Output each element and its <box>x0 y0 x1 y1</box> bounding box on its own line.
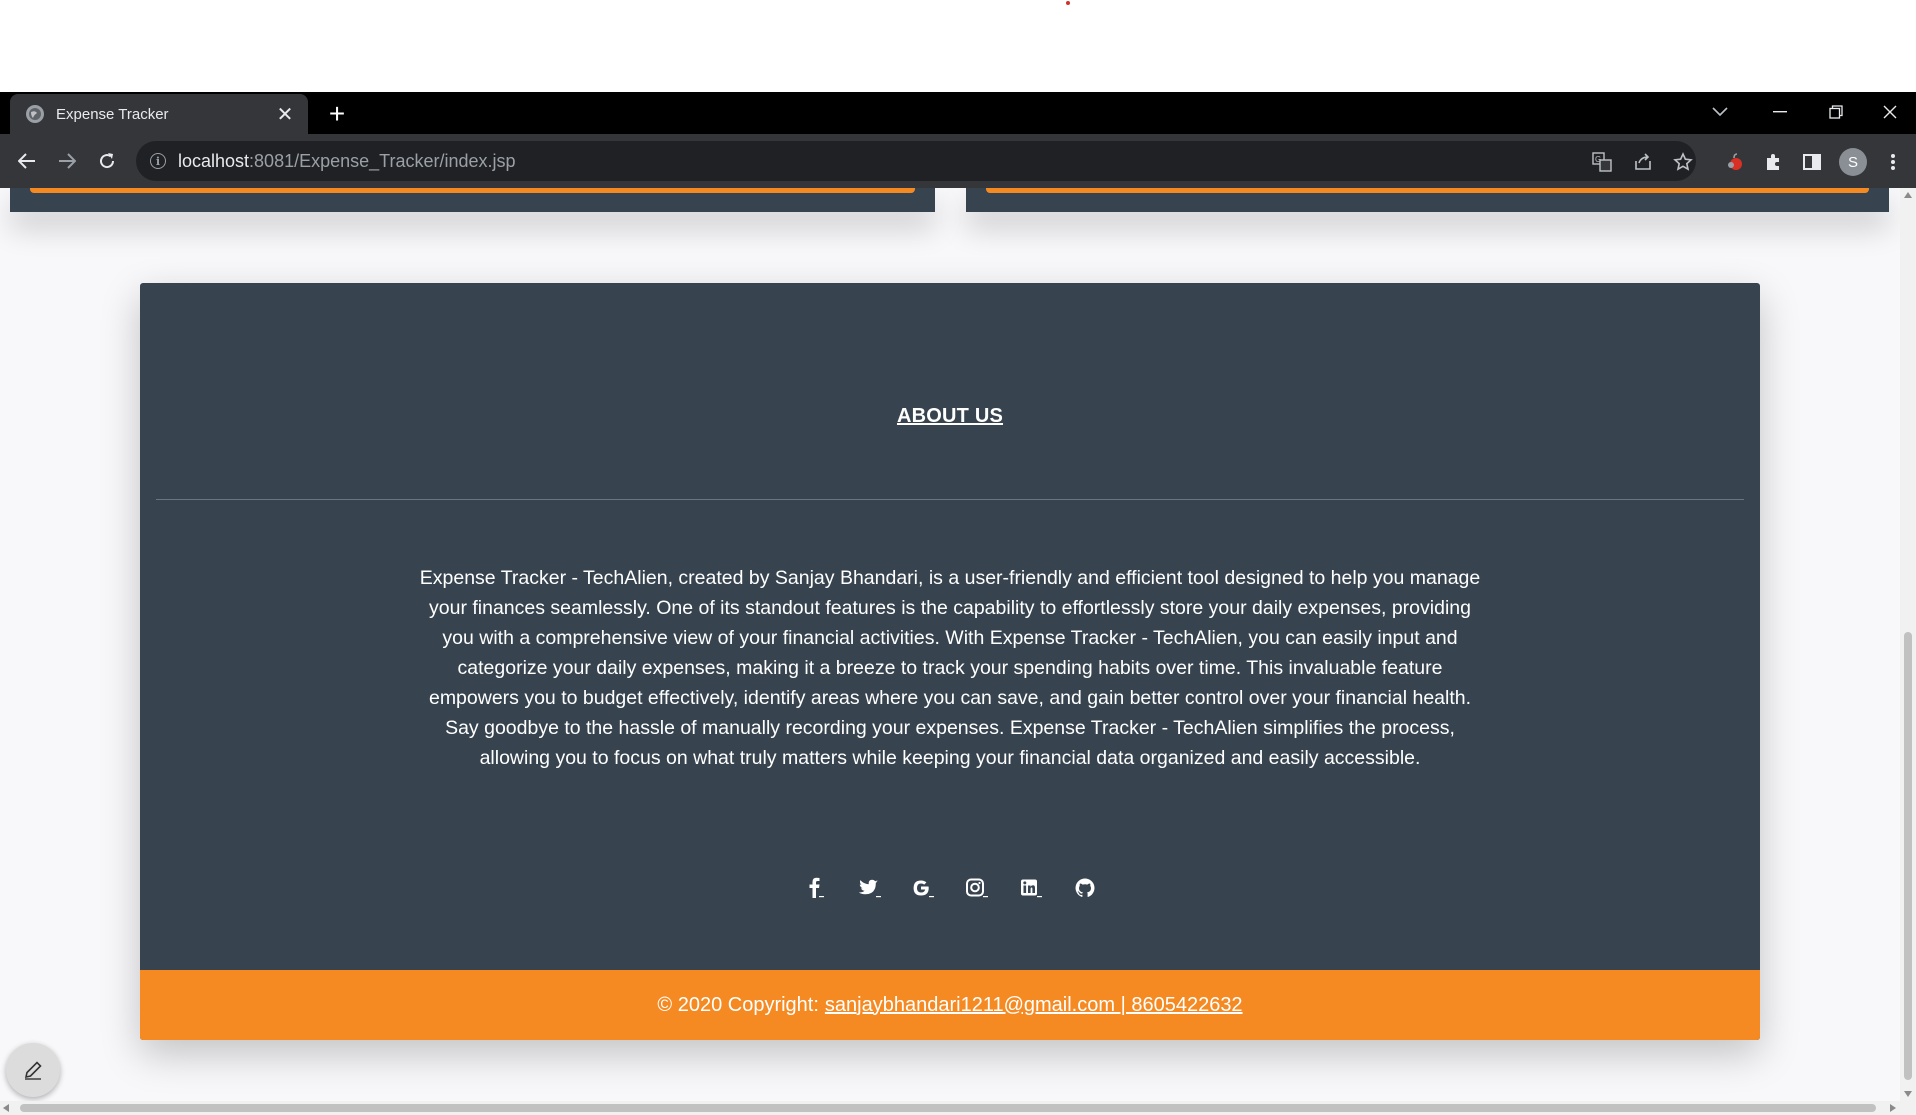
linkedin-icon <box>1021 879 1042 898</box>
back-arrow-icon <box>18 153 35 169</box>
horizontal-scroll-thumb[interactable] <box>20 1104 1876 1112</box>
expense-card-right-bottom <box>966 188 1889 212</box>
address-bar[interactable]: i localhost:8081/Expense_Tracker/index.j… <box>136 141 1696 181</box>
github-icon <box>1075 878 1095 897</box>
facebook-link[interactable] <box>800 873 830 903</box>
close-window-button[interactable] <box>1862 92 1916 132</box>
facebook-icon <box>809 877 824 898</box>
github-link[interactable] <box>1070 873 1100 903</box>
forward-arrow-icon <box>59 153 76 169</box>
minimize-button[interactable] <box>1752 92 1808 132</box>
url-path: :8081/Expense_Tracker/index.jsp <box>249 150 516 171</box>
tab-strip: Expense Tracker ✕ <box>0 92 1916 134</box>
copyright-bar: © 2020 Copyright: sanjaybhandari1211@gma… <box>140 970 1760 1040</box>
contact-link[interactable]: sanjaybhandari1211@gmail.com | 860542263… <box>825 994 1243 1017</box>
extension-apple-icon[interactable] <box>1720 147 1750 177</box>
edit-floating-button[interactable] <box>6 1043 60 1097</box>
svg-text:G: G <box>1595 155 1601 164</box>
google-link[interactable] <box>908 873 938 903</box>
tab-expense-tracker[interactable]: Expense Tracker ✕ <box>10 94 308 134</box>
menu-kebab-icon[interactable] <box>1878 147 1908 177</box>
google-icon <box>913 880 934 898</box>
twitter-link[interactable] <box>854 873 884 903</box>
social-links <box>140 873 1760 903</box>
profile-avatar[interactable]: S <box>1839 148 1867 176</box>
forward-button[interactable] <box>51 145 83 177</box>
vertical-scrollbar[interactable] <box>1900 188 1916 1101</box>
scroll-right-icon[interactable] <box>1890 1104 1896 1112</box>
site-info-icon[interactable]: i <box>150 153 166 169</box>
pencil-icon <box>24 1061 42 1080</box>
restore-icon <box>1829 105 1843 119</box>
about-description: Expense Tracker - TechAlien, created by … <box>419 567 1481 769</box>
divider <box>156 499 1744 500</box>
restore-button[interactable] <box>1808 92 1864 132</box>
minimize-icon <box>1773 111 1787 113</box>
page-viewport: ABOUT US Expense Tracker - TechAlien, cr… <box>0 188 1900 1101</box>
expense-card-left-bottom <box>10 188 935 212</box>
back-button[interactable] <box>11 145 43 177</box>
scroll-up-icon[interactable] <box>1904 192 1912 198</box>
card-accent-line <box>986 188 1869 193</box>
about-us-heading: ABOUT US <box>896 405 1004 427</box>
extensions-puzzle-icon[interactable] <box>1758 147 1788 177</box>
bookmark-star-icon[interactable] <box>1670 149 1696 175</box>
window-top-blank <box>0 0 1916 92</box>
new-tab-button[interactable]: + <box>322 100 352 130</box>
linkedin-link[interactable] <box>1016 873 1046 903</box>
scroll-left-icon[interactable] <box>3 1104 9 1112</box>
close-tab-icon[interactable]: ✕ <box>274 103 296 126</box>
copyright-text: © 2020 Copyright: <box>657 993 819 1016</box>
reload-icon <box>100 153 115 169</box>
card-accent-line <box>30 188 915 193</box>
instagram-icon <box>966 878 988 898</box>
share-icon[interactable] <box>1630 149 1656 175</box>
about-footer: ABOUT US Expense Tracker - TechAlien, cr… <box>140 283 1760 1040</box>
scroll-down-icon[interactable] <box>1904 1091 1912 1097</box>
twitter-icon <box>858 879 881 898</box>
close-icon <box>1883 105 1897 119</box>
tab-search-chevron-icon[interactable] <box>1706 98 1734 126</box>
side-panel-icon[interactable] <box>1797 147 1827 177</box>
translate-icon[interactable]: G <box>1589 149 1615 175</box>
red-dot <box>1066 1 1070 5</box>
tab-title: Expense Tracker <box>56 105 169 123</box>
url-host: localhost <box>178 150 250 171</box>
instagram-link[interactable] <box>962 873 992 903</box>
vertical-scroll-thumb[interactable] <box>1904 632 1912 1080</box>
horizontal-scrollbar[interactable] <box>0 1101 1916 1115</box>
reload-button[interactable] <box>91 145 123 177</box>
globe-icon <box>26 105 44 123</box>
